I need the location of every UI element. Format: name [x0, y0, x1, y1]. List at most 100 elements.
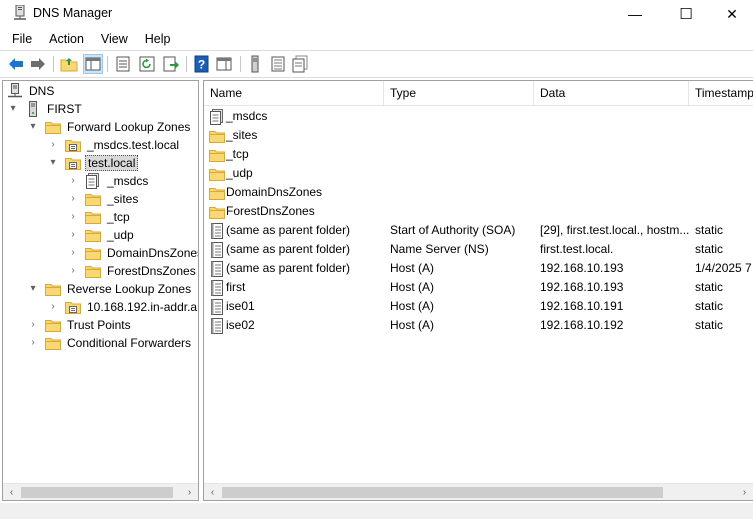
cell-type: Start of Authority (SOA) [390, 223, 516, 237]
back-arrow-icon[interactable] [7, 55, 25, 73]
up-folder-icon[interactable] [60, 55, 78, 73]
show-console-tree-icon[interactable] [83, 54, 103, 74]
tree-item-domaindnszones[interactable]: › DomainDnsZones [67, 244, 198, 262]
list-row[interactable]: _tcp [204, 145, 753, 164]
toolbar-separator [107, 56, 108, 72]
cell-timestamp [695, 183, 753, 202]
cell-type: Host (A) [390, 261, 435, 275]
list-row[interactable]: _msdcs [204, 107, 753, 126]
record-icon [209, 298, 225, 315]
chevron-down-icon[interactable]: ▾ [7, 100, 19, 118]
chevron-right-icon[interactable]: › [47, 298, 59, 316]
column-header-name[interactable]: Name [204, 81, 384, 106]
tree-item-label: Conditional Forwarders [67, 336, 192, 350]
tree-item-label: ForestDnsZones [107, 264, 196, 278]
record-icon[interactable] [291, 55, 309, 73]
chevron-right-icon[interactable]: › [27, 316, 39, 334]
scrollbar-thumb[interactable] [222, 487, 663, 498]
chevron-right-icon[interactable]: › [27, 334, 39, 352]
zone-list-icon[interactable] [269, 55, 287, 73]
menu-action[interactable]: Action [40, 29, 92, 49]
list-row[interactable]: ise01 Host (A) 192.168.10.191 static [204, 297, 753, 316]
cell-timestamp: static [695, 280, 724, 294]
status-bar [0, 503, 753, 519]
chevron-down-icon[interactable]: ▾ [47, 154, 59, 172]
tree-item-conditional-forwarders[interactable]: › Conditional Forwarders [27, 334, 193, 352]
cell-data: 192.168.10.191 [540, 299, 624, 313]
cell-name-text: DomainDnsZones [226, 185, 323, 199]
list-row[interactable]: ForestDnsZones [204, 202, 753, 221]
help-icon[interactable]: ? [193, 55, 211, 73]
tree-item-dns[interactable]: DNS [7, 82, 56, 100]
tree-item-msdcs-test-local[interactable]: › _msdcs.test.local [47, 136, 181, 154]
cell-timestamp [695, 107, 753, 126]
minimize-button[interactable]: — [612, 0, 658, 28]
minimize-icon: — [628, 6, 642, 22]
list-row[interactable]: (same as parent folder) Start of Authorit… [204, 221, 753, 240]
column-header-data[interactable]: Data [534, 81, 689, 106]
tree-item-trust-points[interactable]: › Trust Points [27, 316, 133, 334]
tree-item-forestdnszones[interactable]: › ForestDnsZones [67, 262, 198, 280]
properties-icon[interactable] [114, 55, 132, 73]
menu-view[interactable]: View [92, 29, 136, 49]
scroll-left-icon[interactable]: ‹ [3, 484, 20, 500]
cell-type [390, 107, 530, 126]
cell-name-text: ise01 [226, 299, 255, 313]
scroll-right-icon[interactable]: › [736, 484, 753, 500]
title-bar: DNS Manager — ☐ ✕ [0, 0, 753, 28]
record-icon [209, 260, 225, 277]
chevron-right-icon[interactable]: › [67, 172, 79, 190]
tree-item-tcp[interactable]: › _tcp [67, 208, 132, 226]
tree-item-msdcs[interactable]: › _msdcs [67, 172, 150, 190]
scroll-right-icon[interactable]: › [181, 484, 198, 500]
folder-icon [85, 191, 101, 207]
tree-item-test-local[interactable]: ▾ test.local [47, 154, 139, 172]
maximize-button[interactable]: ☐ [663, 0, 709, 28]
column-header-timestamp[interactable]: Timestamp [689, 81, 753, 106]
chevron-down-icon[interactable]: ▾ [27, 118, 39, 136]
chevron-right-icon[interactable]: › [67, 190, 79, 208]
chevron-right-icon[interactable]: › [47, 136, 59, 154]
tree-horizontal-scrollbar[interactable]: ‹ › [3, 483, 198, 500]
scroll-left-icon[interactable]: ‹ [204, 484, 221, 500]
zone-icon [65, 137, 81, 153]
delegation-icon [85, 173, 101, 189]
list-row[interactable]: DomainDnsZones [204, 183, 753, 202]
list-row[interactable]: _sites [204, 126, 753, 145]
folder-icon [45, 335, 61, 351]
close-button[interactable]: ✕ [709, 0, 753, 28]
list-row[interactable]: first Host (A) 192.168.10.193 static [204, 278, 753, 297]
list-row[interactable]: (same as parent folder) Host (A) 192.168.1… [204, 259, 753, 278]
chevron-right-icon[interactable]: › [67, 244, 79, 262]
tree-item-udp[interactable]: › _udp [67, 226, 136, 244]
list-row[interactable]: (same as parent folder) Name Server (NS) f… [204, 240, 753, 259]
chevron-right-icon[interactable]: › [67, 208, 79, 226]
cell-type: Name Server (NS) [390, 242, 489, 256]
refresh-icon[interactable] [138, 55, 156, 73]
folder-icon [85, 227, 101, 243]
list-horizontal-scrollbar[interactable]: ‹ › [204, 483, 753, 500]
column-header-type[interactable]: Type [384, 81, 534, 106]
show-action-pane-icon[interactable] [215, 55, 233, 73]
tree-item-first[interactable]: ▾ FIRST [7, 100, 84, 118]
tree-item-sites[interactable]: › _sites [67, 190, 140, 208]
chevron-right-icon[interactable]: › [67, 262, 79, 280]
menu-help[interactable]: Help [136, 29, 179, 49]
cell-name-text: _sites [226, 128, 258, 142]
list-row[interactable]: _udp [204, 164, 753, 183]
forward-arrow-icon[interactable] [29, 55, 47, 73]
chevron-right-icon[interactable]: › [67, 226, 79, 244]
server-icon[interactable] [246, 55, 264, 73]
cell-timestamp [695, 164, 753, 183]
export-list-icon[interactable] [162, 55, 180, 73]
cell-name: ForestDnsZones [209, 202, 384, 221]
cell-timestamp [695, 126, 753, 145]
tree-item-reverse-zone[interactable]: › 10.168.192.in-addr.arpa [47, 298, 198, 316]
tree-item-forward-lookup-zones[interactable]: ▾ Forward Lookup Zones [27, 118, 192, 136]
cell-type: Host (A) [390, 299, 435, 313]
list-row[interactable]: ise02 Host (A) 192.168.10.192 static [204, 316, 753, 335]
menu-file[interactable]: File [0, 29, 40, 49]
scrollbar-thumb[interactable] [21, 487, 173, 498]
chevron-down-icon[interactable]: ▾ [27, 280, 39, 298]
tree-item-reverse-lookup-zones[interactable]: ▾ Reverse Lookup Zones [27, 280, 193, 298]
